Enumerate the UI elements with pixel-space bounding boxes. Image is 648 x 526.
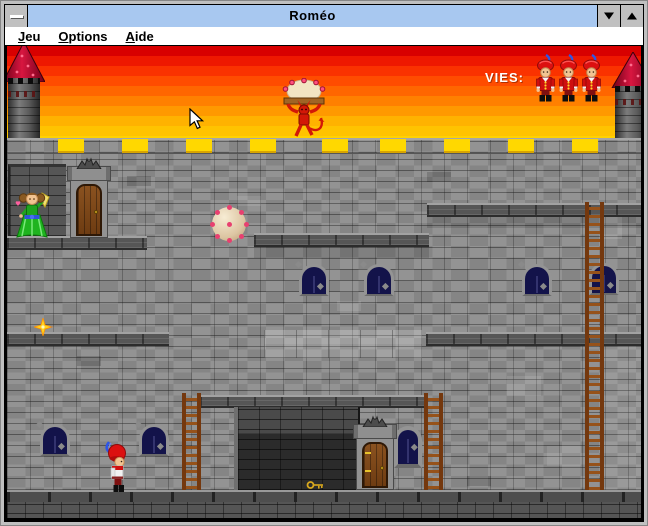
door-hinge — [365, 470, 371, 472]
maximize-button[interactable] — [620, 5, 643, 27]
arched-window — [364, 264, 394, 296]
right-tower-roof — [610, 52, 643, 88]
crenel-gap — [250, 139, 276, 153]
tower-crenellation — [8, 78, 40, 84]
ledge-shadow — [427, 217, 643, 228]
gargoyle-icon — [362, 415, 388, 427]
demon-with-spiked-ball — [281, 78, 327, 140]
star-bonus — [34, 318, 53, 336]
floor-bricks — [7, 502, 641, 521]
door-hinge — [365, 452, 371, 454]
ledge-mid-right — [426, 332, 643, 346]
tower-arrow-slits — [8, 91, 40, 97]
crenel-gap — [380, 139, 406, 153]
door-handle — [94, 210, 98, 214]
light-wall-strip — [604, 346, 643, 490]
ledge-mid-left — [7, 332, 169, 346]
left-tower-roof — [5, 46, 45, 82]
arched-window — [299, 264, 329, 296]
brick-shade — [427, 172, 451, 182]
system-menu-button[interactable] — [5, 5, 28, 27]
right-tower-body — [615, 86, 643, 140]
gargoyle-icon — [76, 157, 102, 169]
door-leaf — [76, 184, 102, 236]
ball-spikes — [227, 222, 232, 227]
lives-label: VIES: — [485, 70, 524, 85]
crenel-gap — [58, 139, 84, 153]
ladder-tall-right — [585, 202, 604, 492]
window-title: Roméo — [28, 5, 597, 27]
brick-shade — [237, 196, 261, 206]
crenel-gap — [322, 139, 348, 153]
door-handle — [380, 466, 384, 470]
menu-aide[interactable]: Aide — [117, 29, 163, 44]
romeo-player — [103, 441, 129, 492]
ledge-ball — [254, 233, 429, 247]
system-menu-icon — [10, 15, 23, 18]
menu-bar: Jeu Options Aide — [5, 27, 643, 46]
minimize-button[interactable] — [597, 5, 620, 27]
menu-options[interactable]: Options — [49, 29, 116, 44]
large-block-band — [264, 330, 422, 358]
tower-crenellation — [615, 86, 643, 92]
down-arrow-icon — [604, 13, 614, 20]
crenel-gap — [186, 139, 212, 153]
dungeon-pit — [234, 407, 360, 490]
life-sprite — [581, 54, 602, 102]
lives-counter — [535, 54, 602, 102]
tower-arrow-slits — [615, 99, 643, 105]
ledge-princess — [7, 236, 147, 250]
arched-window — [40, 424, 70, 456]
app-window: Roméo Jeu Options Aide — [0, 0, 648, 526]
golden-key — [306, 480, 324, 490]
brick-shade — [547, 446, 581, 466]
life-sprite — [558, 54, 579, 102]
crenel-gap — [508, 139, 534, 153]
lower-door — [356, 424, 394, 490]
title-bar[interactable]: Roméo — [5, 5, 643, 27]
window-inner: Roméo Jeu Options Aide — [4, 4, 644, 522]
up-arrow-icon — [627, 13, 637, 20]
crenel-gap — [122, 139, 148, 153]
life-sprite — [535, 54, 556, 102]
arched-window — [139, 424, 169, 456]
crenel-gap — [572, 139, 598, 153]
door-leaf — [362, 442, 388, 488]
brick-shade — [337, 301, 361, 311]
crenel-gap — [444, 139, 470, 153]
menu-jeu[interactable]: Jeu — [9, 29, 49, 44]
mouse-cursor — [189, 108, 205, 130]
ladder-right-of-pit — [424, 393, 443, 492]
brick-shade — [77, 356, 101, 366]
brick-shade — [127, 176, 151, 186]
upper-door — [70, 166, 108, 238]
arched-window-large — [394, 426, 422, 468]
game-viewport[interactable]: VIES: — [5, 46, 643, 521]
ledge-shadow — [254, 247, 429, 258]
brick-shade — [507, 376, 541, 396]
ladder-left — [182, 393, 201, 492]
arched-window — [522, 264, 552, 296]
left-tower-body — [8, 78, 40, 140]
spiked-ball — [212, 207, 246, 241]
ledge-upper-right — [427, 203, 643, 217]
princess — [12, 186, 52, 238]
brick-shade — [467, 476, 491, 486]
